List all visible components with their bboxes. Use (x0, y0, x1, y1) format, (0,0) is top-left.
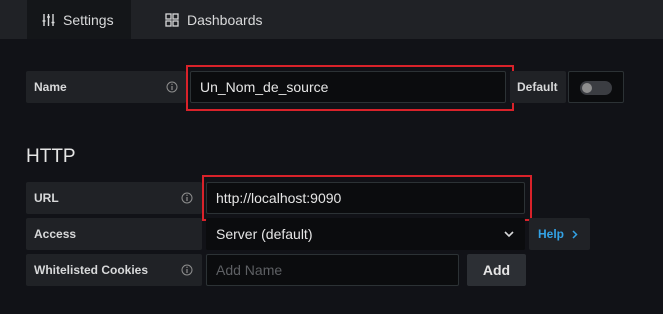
default-label: Default (517, 80, 558, 94)
cookies-label: Whitelisted Cookies (34, 263, 149, 277)
help-button[interactable]: Help (529, 218, 590, 250)
tab-settings[interactable]: Settings (27, 0, 131, 39)
access-label: Access (34, 227, 77, 241)
sliders-icon (42, 13, 55, 27)
top-tab-bar: Settings Dashboards (0, 0, 663, 39)
help-label: Help (538, 227, 565, 241)
info-icon[interactable] (181, 192, 193, 204)
access-label-box: Access (26, 218, 202, 250)
tab-dashboards[interactable]: Dashboards (165, 0, 285, 39)
info-icon[interactable] (166, 81, 178, 93)
url-input[interactable]: http://localhost:9090 (206, 182, 525, 214)
tab-settings-label: Settings (63, 11, 114, 28)
access-select-value: Server (default) (216, 226, 313, 242)
access-select[interactable]: Server (default) (206, 218, 525, 250)
chevron-down-icon (504, 231, 514, 238)
cookies-input[interactable]: Add Name (206, 254, 459, 286)
cookies-label-box: Whitelisted Cookies (26, 254, 202, 286)
default-label-box: Default (510, 71, 566, 103)
url-label-box: URL (26, 182, 202, 214)
default-toggle-wrapper (568, 71, 624, 103)
name-label-box: Name (26, 71, 186, 103)
default-toggle[interactable] (580, 81, 612, 95)
chevron-right-icon (572, 229, 578, 239)
add-cookie-button[interactable]: Add (467, 254, 526, 286)
dashboard-grid-icon (165, 12, 179, 27)
info-icon[interactable] (181, 264, 193, 276)
http-section-title: HTTP (26, 146, 76, 167)
url-label: URL (34, 191, 59, 205)
toggle-knob (582, 83, 592, 93)
name-label: Name (34, 80, 67, 94)
tab-dashboards-label: Dashboards (187, 11, 263, 28)
name-input[interactable]: Un_Nom_de_source (190, 71, 506, 103)
